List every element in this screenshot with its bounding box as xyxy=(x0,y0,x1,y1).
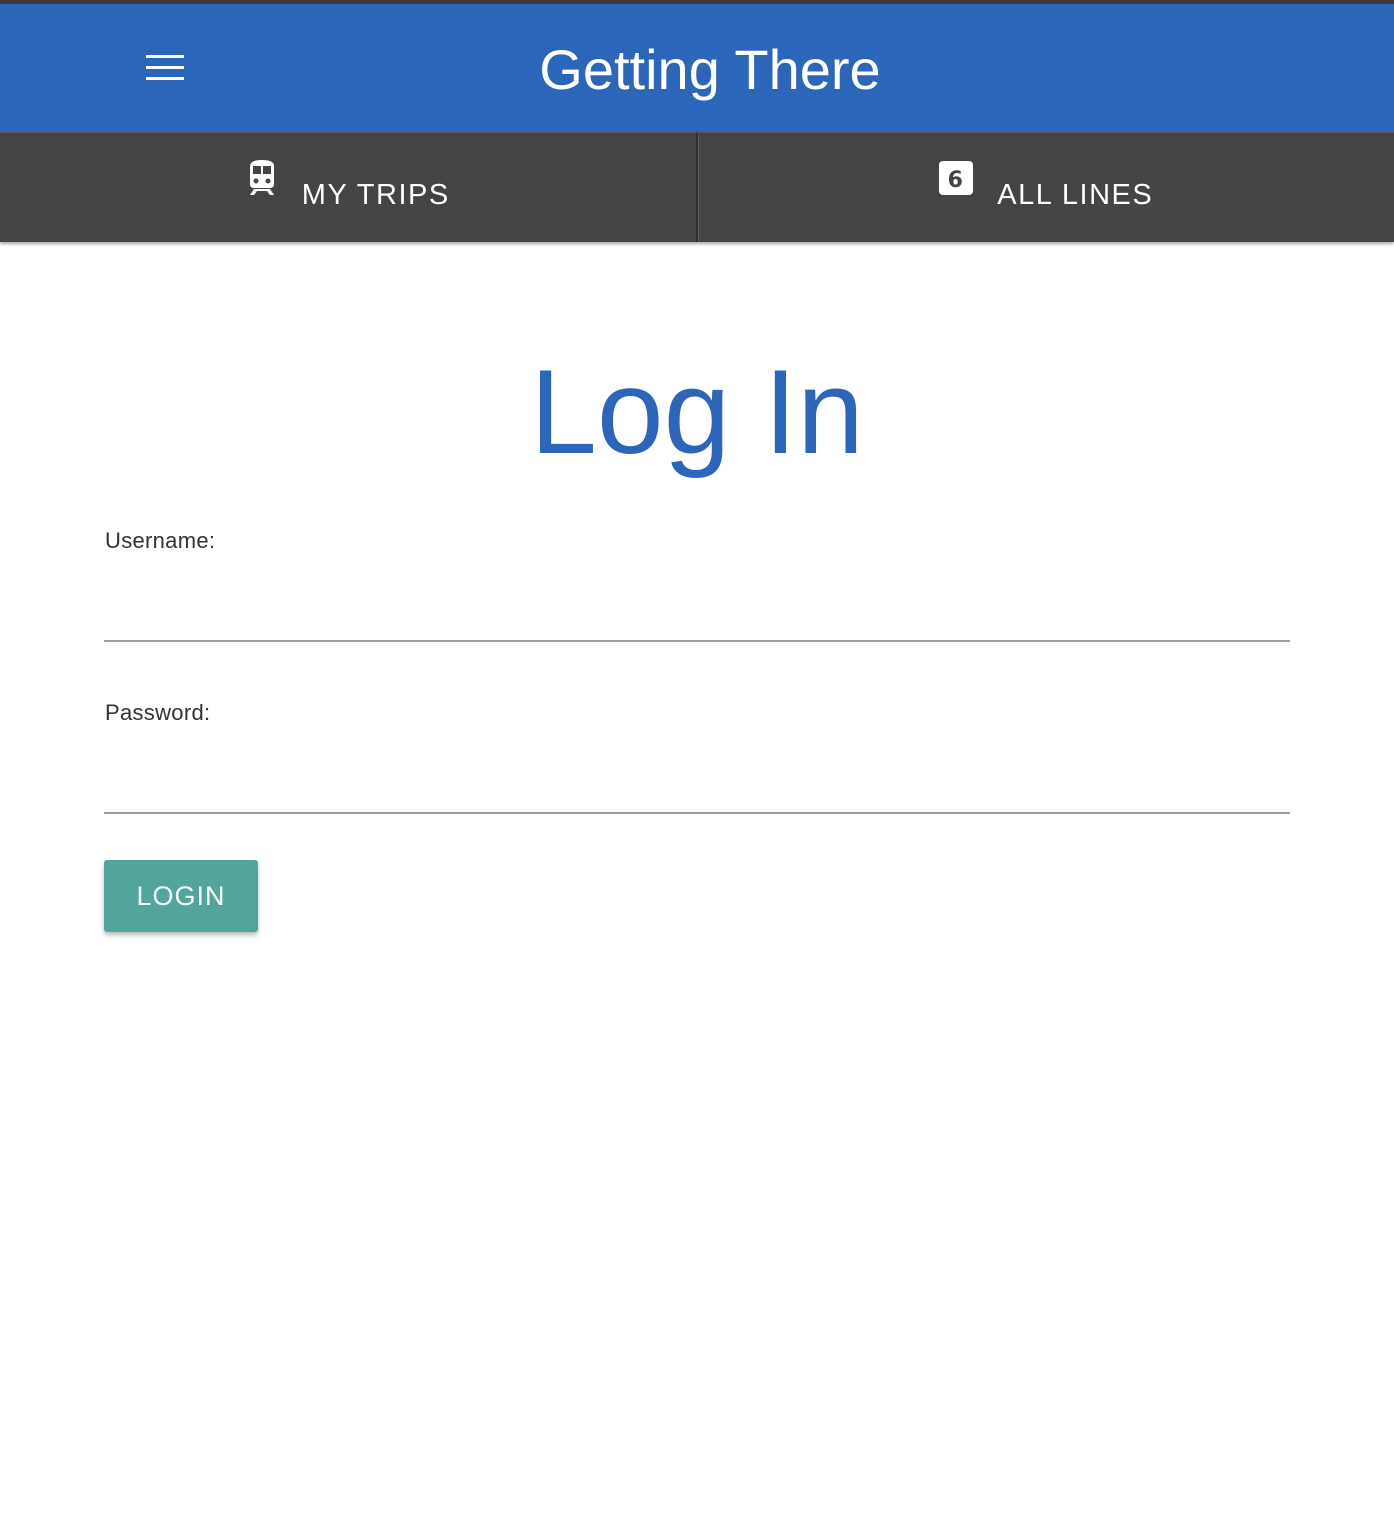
tab-my-trips-label: MY TRIPS xyxy=(301,179,450,211)
line-badge-number: 6 xyxy=(948,168,965,193)
username-label: Username: xyxy=(105,528,216,553)
password-input[interactable] xyxy=(104,766,1290,814)
line-6-badge-icon: 6 xyxy=(939,160,974,195)
tab-bar: MY TRIPS 6 ALL LINES xyxy=(0,132,1394,242)
login-button[interactable]: LOGIN xyxy=(104,860,258,932)
tab-my-trips[interactable]: MY TRIPS xyxy=(0,132,698,242)
app-title: Getting There xyxy=(539,38,881,101)
username-input[interactable] xyxy=(104,594,1290,642)
train-icon xyxy=(246,159,278,196)
tab-all-lines-label: ALL LINES xyxy=(997,179,1154,211)
app-bar: Getting There xyxy=(0,4,1394,132)
password-label: Password: xyxy=(105,700,211,725)
tab-all-lines[interactable]: 6 ALL LINES xyxy=(697,132,1394,242)
page-title: Log In xyxy=(530,345,864,479)
